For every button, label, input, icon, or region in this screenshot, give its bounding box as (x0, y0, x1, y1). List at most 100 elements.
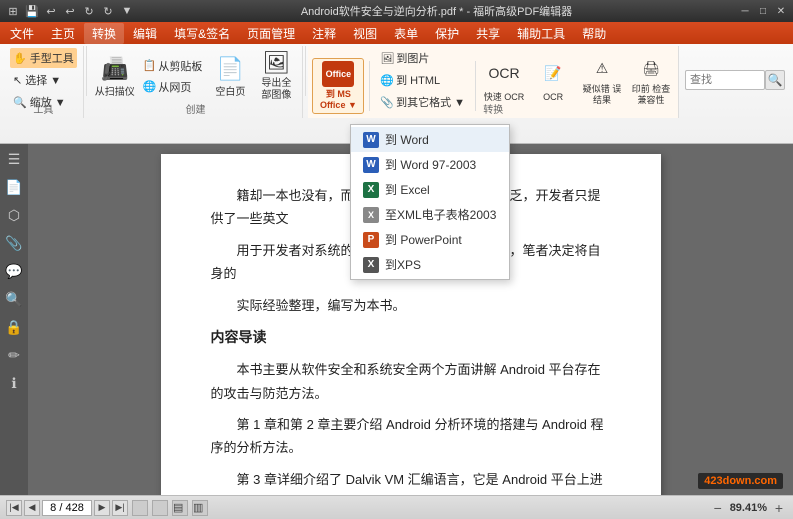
fit-page-btn[interactable] (152, 500, 168, 516)
from-web-btn[interactable]: 🌐 从网页 (139, 77, 207, 97)
convert-group-label: 转换 (483, 101, 503, 116)
zoom-out-btn[interactable]: − (710, 500, 726, 516)
excel-icon: X (363, 182, 379, 198)
more-btn[interactable]: ▼ (118, 2, 136, 20)
menu-form[interactable]: 表单 (386, 23, 426, 44)
to-word-item[interactable]: W 到 Word (351, 127, 509, 152)
redo-btn[interactable]: ↻ (80, 2, 98, 20)
blank-label: 空白页 (215, 87, 245, 99)
doc-para-3: 实际经验整理，编写为本书。 (211, 294, 611, 317)
html-icon: 🌐 (380, 74, 394, 87)
sidebar-search-icon[interactable]: 🔍 (3, 288, 25, 310)
save-btn[interactable]: 💾 (23, 2, 41, 20)
web-icon: 🌐 (143, 80, 157, 93)
doc-para-4: 本书主要从软件安全和系统安全两个方面讲解 Android 平台存在的攻击与防范方… (211, 358, 611, 405)
app-menu-btn[interactable]: ⊞ (4, 2, 22, 20)
menu-bar: 文件 主页 转换 编辑 填写&签名 页面管理 注释 视图 表单 保护 共享 辅助… (0, 22, 793, 44)
from-clipboard-btn[interactable]: 📋 从剪贴板 (139, 56, 207, 76)
office-icon-text: Office (326, 69, 352, 80)
next-page-btn[interactable]: ▶ (94, 500, 110, 516)
to-html-btn[interactable]: 🌐 到 HTML (375, 70, 445, 90)
to-excel-item[interactable]: X 到 Excel (351, 177, 509, 202)
xps-icon: X (363, 257, 379, 273)
from-scanner-btn[interactable]: 📠 从扫描仪 (93, 48, 137, 104)
doubt-label: 疑似错 误结果 (581, 84, 623, 106)
last-page-btn[interactable]: ▶| (112, 500, 128, 516)
sidebar-comment-icon[interactable]: 💬 (3, 260, 25, 282)
page-input[interactable] (42, 500, 92, 516)
select-tool-btn[interactable]: ↖ 选择 ▼ (10, 70, 77, 90)
ppt-icon: P (363, 232, 379, 248)
hand-tool-btn[interactable]: ✋ 手型工具 (10, 48, 77, 68)
menu-tools[interactable]: 辅助工具 (509, 23, 573, 44)
to-ppt-item[interactable]: P 到 PowerPoint (351, 227, 509, 252)
single-page-btn[interactable]: ▤ (172, 500, 188, 516)
close-btn[interactable]: ✕ (773, 3, 789, 19)
print-icon: 🖨 (635, 54, 667, 82)
to-xml-item[interactable]: X 至XML电子表格2003 (351, 202, 509, 227)
doc-para-6: 第 3 章详细介绍了 Dalvik VM 汇编语言，它是 Android 平台上… (211, 468, 611, 495)
search-input[interactable] (685, 70, 765, 90)
fit-width-btn[interactable] (132, 500, 148, 516)
redo2-btn[interactable]: ↻ (99, 2, 117, 20)
ocr-btn[interactable]: 📝 OCR (530, 52, 576, 108)
blank-page-btn[interactable]: 📄 空白页 (208, 48, 252, 104)
sidebar-info-icon[interactable]: ℹ (3, 372, 25, 394)
ocr-doubt-btn[interactable]: ⚠ 疑似错 误结果 (579, 52, 625, 108)
page-nav: |◀ ◀ ▶ ▶| (6, 500, 128, 516)
first-page-btn[interactable]: |◀ (6, 500, 22, 516)
menu-home[interactable]: 主页 (43, 23, 83, 44)
quick-access: ⊞ 💾 ↩ ↩ ↻ ↻ ▼ (4, 2, 136, 20)
title-bar: ⊞ 💾 ↩ ↩ ↻ ↻ ▼ Android软件安全与逆向分析.pdf * - 福… (0, 0, 793, 22)
menu-help[interactable]: 帮助 (574, 23, 614, 44)
status-right: − 89.41% + (710, 500, 787, 516)
menu-share[interactable]: 共享 (468, 23, 508, 44)
to-excel-label: 到 Excel (385, 181, 430, 198)
export-icon: 🖼 (260, 50, 292, 76)
menu-file[interactable]: 文件 (2, 23, 42, 44)
maximize-btn[interactable]: □ (755, 3, 771, 19)
ms-office-label: 到 MSOffice ▼ (320, 89, 357, 111)
office-icon: Office (322, 61, 354, 87)
undo-btn[interactable]: ↩ (42, 2, 60, 20)
prev-page-btn[interactable]: ◀ (24, 500, 40, 516)
menu-edit[interactable]: 编辑 (125, 23, 165, 44)
picture-icon: 🖼 (380, 52, 394, 65)
ms-office-btn[interactable]: Office 到 MSOffice ▼ (312, 58, 364, 114)
two-page-btn[interactable]: ▥ (192, 500, 208, 516)
export-images-btn[interactable]: 🖼 导出全部图像 (254, 48, 298, 104)
sidebar-bookmark-icon[interactable]: ☰ (3, 148, 25, 170)
sidebar-layers-icon[interactable]: ⬡ (3, 204, 25, 226)
sidebar-page-icon[interactable]: 📄 (3, 176, 25, 198)
to-picture-btn[interactable]: 🖼 到图片 (375, 48, 434, 68)
search-btn[interactable]: 🔍 (765, 70, 785, 90)
menu-view[interactable]: 视图 (345, 23, 385, 44)
to-other-btn[interactable]: 📎 到其它格式 ▼ (375, 92, 470, 112)
print-label: 印前 检查 兼容性 (630, 84, 672, 106)
zoom-level: 89.41% (730, 502, 767, 514)
word97-icon: W (363, 157, 379, 173)
menu-comment[interactable]: 注释 (304, 23, 344, 44)
sidebar-attach-icon[interactable]: 📎 (3, 232, 25, 254)
minimize-btn[interactable]: ─ (737, 3, 753, 19)
menu-protect[interactable]: 保护 (427, 23, 467, 44)
menu-convert[interactable]: 转换 (84, 23, 124, 44)
scanner-label: 从扫描仪 (95, 87, 135, 99)
quick-ocr-btn[interactable]: OCR 快速 OCR (481, 52, 527, 108)
ms-office-dropdown: W 到 Word W 到 Word 97-2003 X 到 Excel X 至X… (350, 124, 510, 280)
undo2-btn[interactable]: ↩ (61, 2, 79, 20)
to-picture-row: 🖼 到图片 (375, 48, 470, 68)
to-word97-item[interactable]: W 到 Word 97-2003 (351, 152, 509, 177)
menu-pages[interactable]: 页面管理 (239, 23, 303, 44)
to-xml-label: 至XML电子表格2003 (385, 206, 496, 223)
sidebar-lock-icon[interactable]: 🔒 (3, 316, 25, 338)
scanner-icon: 📠 (99, 53, 131, 85)
print-compat-btn[interactable]: 🖨 印前 检查 兼容性 (628, 52, 674, 108)
to-xps-item[interactable]: X 到XPS (351, 252, 509, 277)
sidebar-pen-icon[interactable]: ✏ (3, 344, 25, 366)
menu-sign[interactable]: 填写&签名 (166, 23, 238, 44)
blank-icon: 📄 (214, 53, 246, 85)
to-other-label: 到其它格式 ▼ (396, 94, 465, 110)
zoom-in-btn[interactable]: + (771, 500, 787, 516)
create-group-label: 创建 (186, 101, 206, 116)
